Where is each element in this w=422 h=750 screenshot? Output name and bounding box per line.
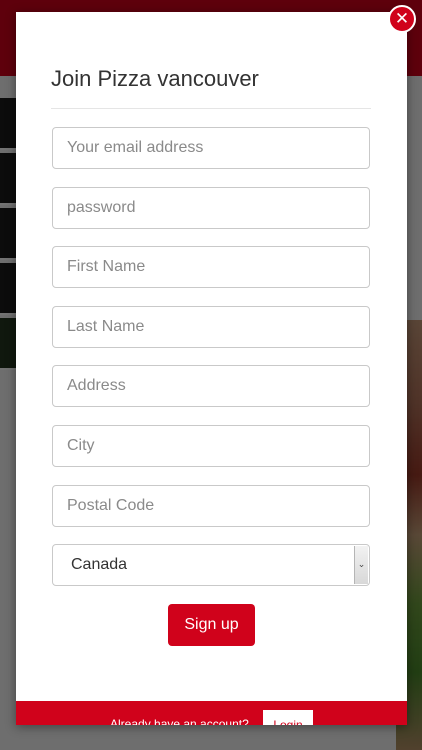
signup-modal: Join Pizza vancouver Canada ⌄ Sign up Al… (16, 12, 407, 725)
signup-button[interactable]: Sign up (168, 604, 255, 646)
password-input[interactable] (52, 187, 370, 229)
address-input[interactable] (52, 365, 370, 407)
modal-footer: Already have an account? Login (16, 701, 407, 725)
email-input[interactable] (52, 127, 370, 169)
close-icon[interactable]: ✕ (388, 5, 416, 33)
last-name-input[interactable] (52, 306, 370, 348)
modal-title: Join Pizza vancouver (51, 66, 259, 91)
footer-text: Already have an account? (110, 717, 249, 725)
chevron-down-icon[interactable]: ⌄ (354, 546, 368, 584)
city-input[interactable] (52, 425, 370, 467)
country-select-value: Canada (71, 556, 128, 573)
postal-code-input[interactable] (52, 485, 370, 527)
login-button[interactable]: Login (263, 710, 313, 725)
first-name-input[interactable] (52, 246, 370, 288)
country-select[interactable]: Canada ⌄ (52, 544, 370, 586)
title-divider (51, 108, 371, 109)
